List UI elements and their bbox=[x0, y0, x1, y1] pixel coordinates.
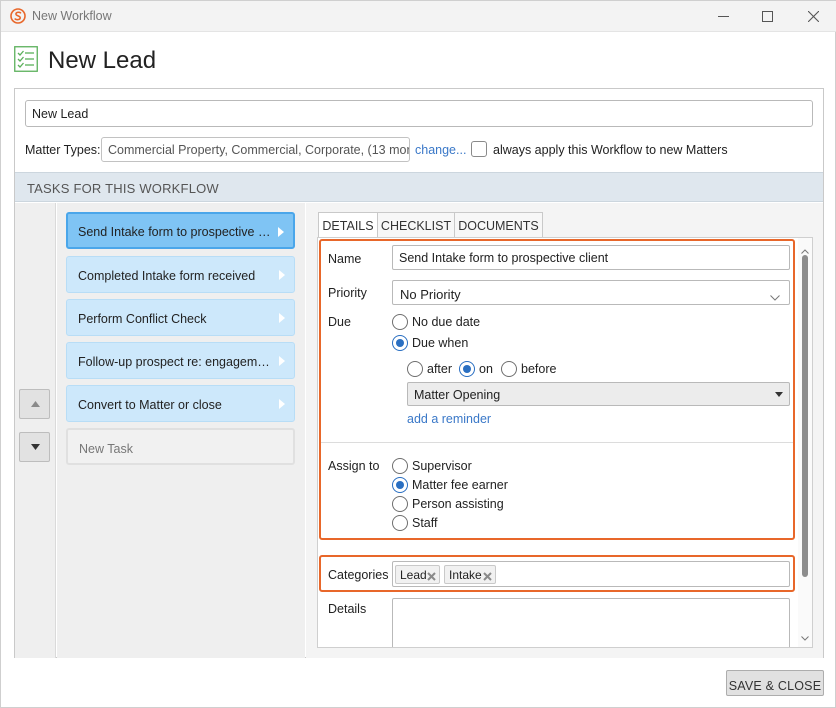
before-label: before bbox=[521, 362, 557, 376]
priority-select[interactable]: No Priority bbox=[392, 280, 790, 305]
task-name-input[interactable] bbox=[392, 245, 790, 270]
supervisor-label: Supervisor bbox=[412, 459, 472, 473]
tasks-section-header: TASKS FOR THIS WORKFLOW bbox=[15, 172, 823, 202]
workflow-panel: Matter Types: Commercial Property, Comme… bbox=[14, 88, 824, 658]
task-item[interactable]: Convert to Matter or close bbox=[66, 385, 295, 422]
due-when-radio[interactable] bbox=[392, 335, 408, 351]
task-item-label: Follow-up prospect re: engagement bbox=[78, 355, 274, 369]
person-assisting-label: Person assisting bbox=[412, 497, 504, 511]
due-label: Due bbox=[328, 315, 351, 329]
matter-fee-earner-radio[interactable] bbox=[392, 477, 408, 493]
category-chip: Lead bbox=[395, 565, 440, 584]
remove-category-icon[interactable] bbox=[483, 570, 492, 581]
after-label: after bbox=[427, 362, 453, 376]
assign-to-label: Assign to bbox=[328, 459, 380, 473]
dropdown-arrow-icon bbox=[775, 392, 783, 397]
new-task-button[interactable]: New Task bbox=[66, 428, 295, 465]
matter-fee-earner-label: Matter fee earner bbox=[412, 478, 508, 492]
chevron-right-icon bbox=[279, 313, 285, 323]
due-event-select[interactable]: Matter Opening bbox=[407, 382, 790, 406]
new-task-label: New Task bbox=[79, 442, 133, 456]
staff-radio[interactable] bbox=[392, 515, 408, 531]
title-bar: New Workflow bbox=[1, 1, 836, 32]
close-button[interactable] bbox=[791, 1, 835, 32]
no-due-date-radio[interactable] bbox=[392, 314, 408, 330]
change-matter-types-link[interactable]: change... bbox=[415, 143, 466, 157]
details-form: Name Priority No Priority Due No due dat… bbox=[317, 237, 813, 648]
task-item[interactable]: Completed Intake form received bbox=[66, 256, 295, 293]
minimize-button[interactable] bbox=[701, 1, 745, 32]
task-item-label: Perform Conflict Check bbox=[78, 312, 207, 326]
chevron-right-icon bbox=[279, 399, 285, 409]
supervisor-radio[interactable] bbox=[392, 458, 408, 474]
details-scrollbar[interactable] bbox=[798, 238, 812, 647]
category-chip: Intake bbox=[444, 565, 496, 584]
category-chip-label: Intake bbox=[449, 568, 482, 582]
scrollbar-thumb[interactable] bbox=[802, 255, 808, 577]
task-list: Send Intake form to prospective client C… bbox=[57, 203, 305, 658]
tab-checklist[interactable]: CHECKLIST bbox=[377, 212, 455, 238]
category-chip-label: Lead bbox=[400, 568, 427, 582]
due-event-value: Matter Opening bbox=[414, 388, 501, 402]
before-radio[interactable] bbox=[501, 361, 517, 377]
details-label: Details bbox=[328, 602, 367, 616]
task-detail-area: DETAILS CHECKLIST DOCUMENTS Name Priorit… bbox=[306, 203, 823, 658]
move-task-down-button[interactable] bbox=[19, 432, 50, 462]
always-apply-checkbox[interactable] bbox=[471, 141, 487, 157]
task-item-label: Convert to Matter or close bbox=[78, 398, 222, 412]
chevron-right-icon bbox=[279, 270, 285, 280]
section-divider bbox=[321, 442, 793, 443]
task-item[interactable]: Follow-up prospect re: engagement bbox=[66, 342, 295, 379]
due-when-label: Due when bbox=[412, 336, 469, 350]
details-textarea[interactable] bbox=[392, 598, 790, 647]
task-item-label: Send Intake form to prospective client bbox=[78, 225, 274, 239]
matter-types-label: Matter Types: bbox=[25, 143, 101, 157]
move-task-up-button[interactable] bbox=[19, 389, 50, 419]
person-assisting-radio[interactable] bbox=[392, 496, 408, 512]
task-order-rail bbox=[15, 203, 56, 658]
chevron-right-icon bbox=[278, 227, 284, 237]
save-and-close-button[interactable]: SAVE & CLOSE bbox=[726, 670, 824, 696]
maximize-button[interactable] bbox=[745, 1, 789, 32]
priority-label: Priority bbox=[328, 286, 367, 300]
task-item-label: Completed Intake form received bbox=[78, 269, 256, 283]
name-label: Name bbox=[328, 252, 362, 266]
on-radio[interactable] bbox=[459, 361, 475, 377]
workflow-window: New Workflow New Lead Matter Types: Comm… bbox=[0, 0, 836, 708]
tab-details[interactable]: DETAILS bbox=[318, 212, 378, 238]
chevron-right-icon bbox=[279, 356, 285, 366]
categories-field[interactable]: Lead Intake bbox=[392, 561, 790, 587]
chevron-down-icon bbox=[770, 289, 780, 304]
page-title: New Lead bbox=[48, 47, 157, 74]
add-reminder-link[interactable]: add a reminder bbox=[407, 412, 491, 426]
after-radio[interactable] bbox=[407, 361, 423, 377]
no-due-date-label: No due date bbox=[412, 315, 481, 329]
on-label: on bbox=[479, 362, 493, 376]
task-item[interactable]: Perform Conflict Check bbox=[66, 299, 295, 336]
tab-documents[interactable]: DOCUMENTS bbox=[454, 212, 543, 238]
checklist-icon bbox=[14, 46, 38, 72]
priority-value: No Priority bbox=[400, 287, 461, 302]
scroll-down-icon[interactable] bbox=[801, 630, 809, 644]
task-item[interactable]: Send Intake form to prospective client bbox=[66, 212, 295, 249]
workflow-name-input[interactable] bbox=[25, 100, 813, 127]
staff-label: Staff bbox=[412, 516, 438, 530]
remove-category-icon[interactable] bbox=[427, 570, 436, 581]
categories-label: Categories bbox=[328, 568, 389, 582]
tasks-section-title: TASKS FOR THIS WORKFLOW bbox=[27, 181, 219, 196]
window-title: New Workflow bbox=[32, 9, 112, 23]
app-logo-icon bbox=[10, 8, 26, 24]
always-apply-label: always apply this Workflow to new Matter… bbox=[493, 143, 728, 157]
matter-types-field: Commercial Property, Commercial, Corpora… bbox=[101, 137, 410, 162]
